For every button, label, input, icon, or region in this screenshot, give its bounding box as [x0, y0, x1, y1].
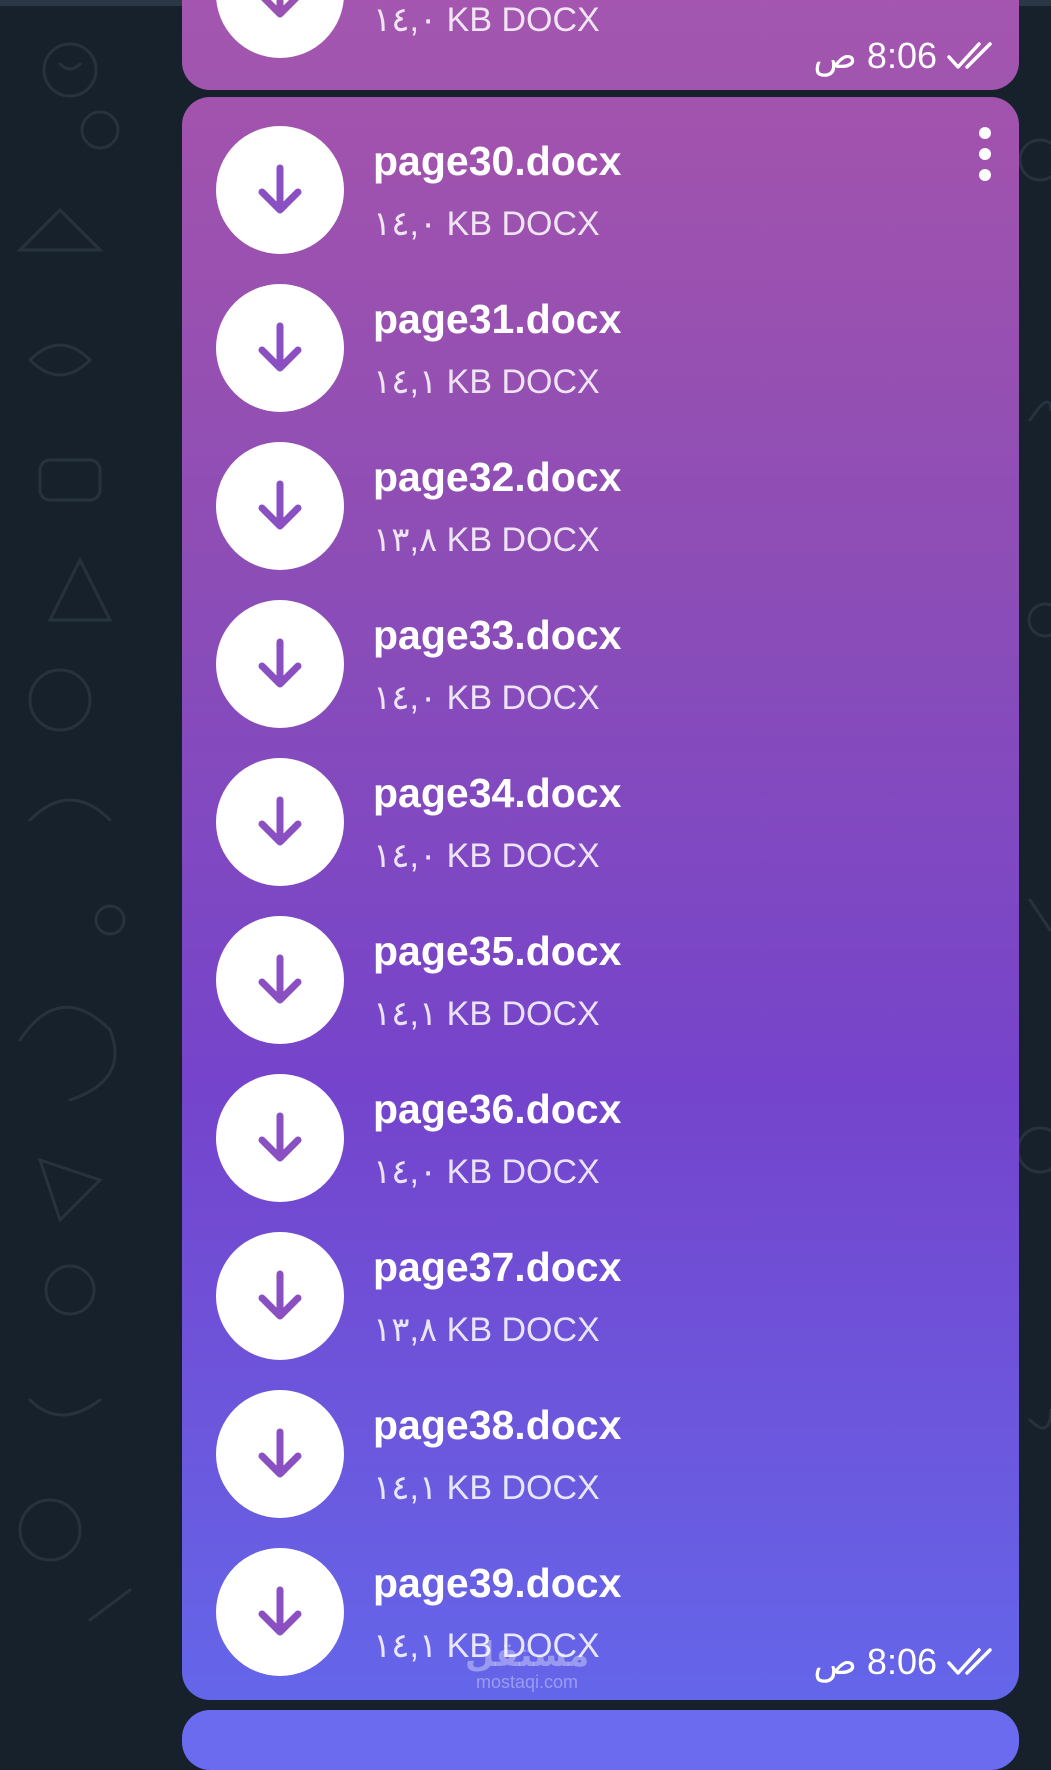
- download-arrow-icon: [258, 796, 302, 846]
- file-name[interactable]: page35.docx: [373, 928, 621, 975]
- download-button[interactable]: [216, 284, 344, 412]
- file-row[interactable]: page33.docx ١٤,٠ KB DOCX: [216, 600, 976, 728]
- download-button[interactable]: [216, 1390, 344, 1518]
- message-time: 8:06 ص: [813, 1640, 999, 1684]
- file-row[interactable]: page37.docx ١٣,٨ KB DOCX: [216, 1232, 976, 1360]
- double-check-icon: [947, 1648, 992, 1675]
- download-button[interactable]: [216, 758, 344, 886]
- file-name[interactable]: page33.docx: [373, 612, 621, 659]
- download-button[interactable]: [216, 916, 344, 1044]
- download-button[interactable]: [216, 600, 344, 728]
- time-text: 8:06 ص: [813, 35, 937, 76]
- download-arrow-icon: [258, 954, 302, 1004]
- download-arrow-icon: [258, 1586, 302, 1636]
- download-arrow-icon: [258, 322, 302, 372]
- file-name[interactable]: page31.docx: [373, 296, 621, 343]
- file-size: ١٤,١ KB DOCX: [373, 1469, 600, 1507]
- download-arrow-icon: [258, 1428, 302, 1478]
- file-row[interactable]: page30.docx ١٤,٠ KB DOCX: [216, 126, 976, 254]
- download-arrow-icon: [258, 1270, 302, 1320]
- download-arrow-icon: [258, 480, 302, 530]
- download-button[interactable]: [216, 1548, 344, 1676]
- file-size: ١٤,٠ KB DOCX: [373, 679, 600, 717]
- file-size: ١٤,١ KB DOCX: [373, 1627, 600, 1665]
- file-size: ١٤,١ KB DOCX: [373, 363, 600, 401]
- download-button[interactable]: [216, 1232, 344, 1360]
- file-size: ١٤,٠ KB DOCX: [373, 1153, 600, 1191]
- file-row[interactable]: page31.docx ١٤,١ KB DOCX: [216, 284, 976, 412]
- file-size: ١٤,٠ KB DOCX: [373, 1, 600, 39]
- file-name[interactable]: page34.docx: [373, 770, 621, 817]
- next-message-bubble[interactable]: [182, 1710, 1019, 1770]
- message-time: 8:06 ص: [813, 34, 999, 78]
- file-name[interactable]: page37.docx: [373, 1244, 621, 1291]
- download-button[interactable]: [216, 442, 344, 570]
- file-size: ١٣,٨ KB DOCX: [373, 521, 600, 559]
- file-name[interactable]: page32.docx: [373, 454, 621, 501]
- download-arrow-icon: [258, 638, 302, 688]
- download-arrow-icon: [258, 164, 302, 214]
- file-row[interactable]: page35.docx ١٤,١ KB DOCX: [216, 916, 976, 1044]
- previous-message-bubble[interactable]: ١٤,٠ KB DOCX 8:06 ص: [182, 0, 1019, 90]
- download-button[interactable]: [216, 1074, 344, 1202]
- file-size: ١٤,٠ KB DOCX: [373, 837, 600, 875]
- file-size: ١٤,٠ KB DOCX: [373, 205, 600, 243]
- file-size: ١٤,١ KB DOCX: [373, 995, 600, 1033]
- download-button[interactable]: [216, 0, 344, 58]
- file-name[interactable]: page39.docx: [373, 1560, 621, 1607]
- file-size: ١٣,٨ KB DOCX: [373, 1311, 600, 1349]
- time-text: 8:06 ص: [813, 1641, 937, 1682]
- file-name[interactable]: page38.docx: [373, 1402, 621, 1449]
- file-row[interactable]: page34.docx ١٤,٠ KB DOCX: [216, 758, 976, 886]
- double-check-icon: [947, 42, 992, 69]
- file-row[interactable]: page32.docx ١٣,٨ KB DOCX: [216, 442, 976, 570]
- file-row[interactable]: page36.docx ١٤,٠ KB DOCX: [216, 1074, 976, 1202]
- download-button[interactable]: [216, 126, 344, 254]
- file-row[interactable]: page38.docx ١٤,١ KB DOCX: [216, 1390, 976, 1518]
- file-name[interactable]: page36.docx: [373, 1086, 621, 1133]
- message-bubble[interactable]: page30.docx ١٤,٠ KB DOCX page31.docx ١٤,١ K…: [182, 97, 1019, 1700]
- more-options-icon[interactable]: [973, 127, 997, 181]
- download-arrow-icon: [261, 0, 299, 18]
- file-name[interactable]: page30.docx: [373, 138, 621, 185]
- download-arrow-icon: [258, 1112, 302, 1162]
